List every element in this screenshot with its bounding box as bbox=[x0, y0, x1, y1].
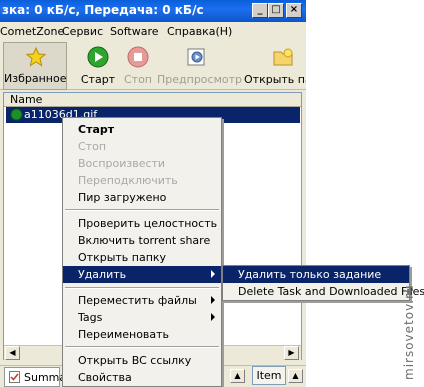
context-open-folder[interactable]: Открыть папку bbox=[63, 249, 221, 266]
menu-software[interactable]: Software bbox=[110, 25, 159, 38]
bottom-scroll-up-button[interactable]: ▲ bbox=[230, 369, 245, 383]
watermark: mirsovetov.ru bbox=[398, 284, 418, 380]
menu-separator bbox=[65, 209, 219, 211]
bottom-sort-button[interactable]: ▲ bbox=[288, 369, 303, 383]
scroll-left-button[interactable]: ◀ bbox=[5, 346, 20, 360]
open-folder-button[interactable]: Открыть па bbox=[240, 42, 306, 90]
preview-button[interactable]: Предпросмотр bbox=[157, 42, 242, 90]
context-check-integrity[interactable]: Проверить целостность bbox=[63, 215, 221, 232]
context-move-files[interactable]: Переместить файлы bbox=[63, 292, 221, 309]
close-button[interactable]: × bbox=[286, 3, 302, 18]
stop-button[interactable]: Стоп bbox=[120, 42, 156, 90]
maximize-button[interactable]: □ bbox=[268, 3, 284, 18]
minimize-button[interactable]: _ bbox=[252, 3, 268, 18]
window-title: зка: 0 кБ/с, Передача: 0 кБ/с bbox=[2, 3, 204, 17]
start-button[interactable]: Старт bbox=[78, 42, 118, 90]
start-label: Старт bbox=[80, 73, 116, 86]
context-properties[interactable]: Свойства bbox=[63, 369, 221, 386]
context-stop[interactable]: Стоп bbox=[63, 138, 221, 155]
summary-tab-label: Summa bbox=[24, 371, 67, 384]
toolbar: Избранное Старт Стоп Предпросмотр Открыт… bbox=[0, 42, 306, 90]
submenu-delete-task-and-files[interactable]: Delete Task and Downloaded Files bbox=[223, 283, 424, 300]
menu-separator bbox=[65, 287, 219, 289]
context-peer-loaded[interactable]: Пир загружено bbox=[63, 189, 221, 206]
submenu-arrow-icon bbox=[211, 296, 215, 304]
column-name-header[interactable]: Name bbox=[10, 93, 42, 106]
item-button[interactable]: Item bbox=[252, 366, 286, 385]
submenu-delete-task-only[interactable]: Удалить только задание bbox=[223, 266, 409, 283]
preview-label: Предпросмотр bbox=[157, 73, 242, 86]
context-rename[interactable]: Переименовать bbox=[63, 326, 221, 343]
favorites-label: Избранное bbox=[4, 72, 67, 85]
submenu-arrow-icon bbox=[211, 270, 215, 278]
scroll-right-button[interactable]: ▶ bbox=[284, 346, 299, 360]
stop-label: Стоп bbox=[123, 73, 152, 86]
context-enable-torrent-share[interactable]: Включить torrent share bbox=[63, 232, 221, 249]
star-icon bbox=[26, 47, 46, 67]
summary-tab-icon bbox=[9, 371, 20, 383]
context-play[interactable]: Воспроизвести bbox=[63, 155, 221, 172]
context-tags[interactable]: Tags bbox=[63, 309, 221, 326]
menu-bar: CometZone Сервис Software Справка(H) bbox=[0, 22, 306, 42]
watermark-text: mirsovetov.ru bbox=[402, 284, 416, 380]
favorites-button[interactable]: Избранное bbox=[3, 42, 67, 90]
open-folder-label: Открыть па bbox=[244, 73, 306, 86]
tab-summary[interactable]: Summa bbox=[4, 367, 66, 387]
menu-service[interactable]: Сервис bbox=[62, 25, 103, 38]
status-active-icon bbox=[10, 108, 23, 121]
context-reconnect[interactable]: Переподключить bbox=[63, 172, 221, 189]
list-header: Name bbox=[4, 93, 301, 107]
open-folder-icon bbox=[273, 48, 293, 66]
menu-separator bbox=[65, 346, 219, 348]
menu-help[interactable]: Справка(H) bbox=[167, 25, 232, 38]
submenu-arrow-icon bbox=[211, 313, 215, 321]
context-start[interactable]: Старт bbox=[63, 121, 221, 138]
play-icon bbox=[87, 46, 109, 68]
title-bar[interactable]: зка: 0 кБ/с, Передача: 0 кБ/с _ □ × bbox=[0, 0, 306, 22]
menu-cometzone[interactable]: CometZone bbox=[0, 25, 64, 38]
context-open-bc-link[interactable]: Открыть BC ссылку bbox=[63, 352, 221, 369]
stop-icon bbox=[127, 46, 149, 68]
preview-icon bbox=[187, 48, 205, 66]
context-delete[interactable]: Удалить bbox=[63, 266, 221, 283]
